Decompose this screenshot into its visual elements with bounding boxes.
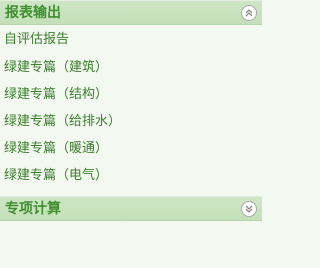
expand-down-icon[interactable] [241, 201, 257, 217]
collapse-up-icon[interactable] [241, 5, 257, 21]
menu-item-green-building-plumbing[interactable]: 绿建专篇（给排水） [0, 108, 262, 135]
panel-title-special-calculation: 专项计算 [5, 201, 61, 217]
panel-header-special-calculation[interactable]: 专项计算 [0, 196, 262, 221]
menu-item-green-building-electrical[interactable]: 绿建专篇（电气） [0, 162, 262, 189]
panel-title-report-output: 报表输出 [5, 5, 61, 21]
menu-item-green-building-structure[interactable]: 绿建专篇（结构） [0, 81, 262, 108]
report-output-menu: 自评估报告 绿建专篇（建筑） 绿建专篇（结构） 绿建专篇（给排水） 绿建专篇（暖… [0, 25, 262, 189]
menu-item-green-building-architecture[interactable]: 绿建专篇（建筑） [0, 54, 262, 81]
menu-item-green-building-hvac[interactable]: 绿建专篇（暖通） [0, 135, 262, 162]
panel-header-report-output[interactable]: 报表输出 [0, 0, 262, 25]
menu-item-self-assessment-report[interactable]: 自评估报告 [0, 25, 262, 54]
